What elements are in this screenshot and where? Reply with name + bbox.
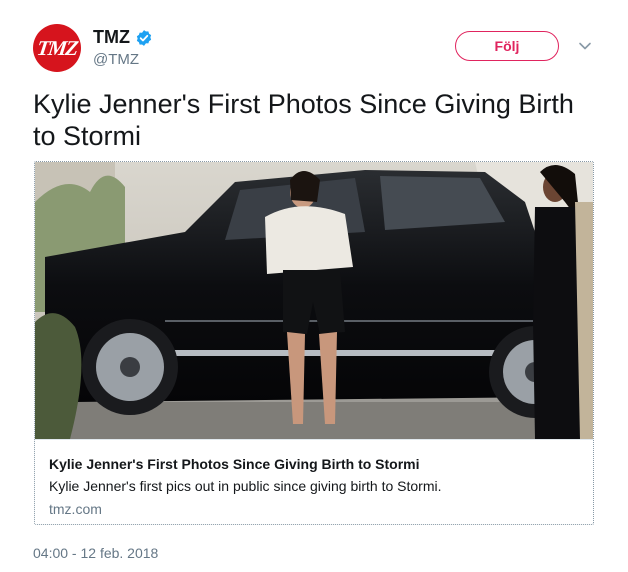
user-handle[interactable]: @TMZ [93, 51, 139, 68]
card-image[interactable] [35, 162, 593, 439]
avatar-logo-text: TMZ [35, 35, 79, 60]
author-name-row[interactable]: TMZ [93, 27, 153, 48]
tweet-text: Kylie Jenner's First Photos Since Giving… [33, 89, 574, 151]
verified-badge-icon [136, 29, 152, 46]
link-card[interactable]: Kylie Jenner's First Photos Since Giving… [34, 161, 594, 525]
card-description: Kylie Jenner's first pics out in public … [49, 478, 442, 494]
card-domain: tmz.com [49, 501, 102, 517]
avatar[interactable]: TMZ [33, 24, 81, 72]
display-name[interactable]: TMZ [93, 27, 130, 48]
tweet-timestamp[interactable]: 04:00 - 12 feb. 2018 [33, 545, 158, 561]
card-title[interactable]: Kylie Jenner's First Photos Since Giving… [49, 456, 420, 472]
follow-button[interactable]: Följ [455, 31, 559, 61]
chevron-down-icon[interactable] [577, 38, 593, 54]
card-body[interactable]: Kylie Jenner's First Photos Since Giving… [35, 439, 593, 524]
